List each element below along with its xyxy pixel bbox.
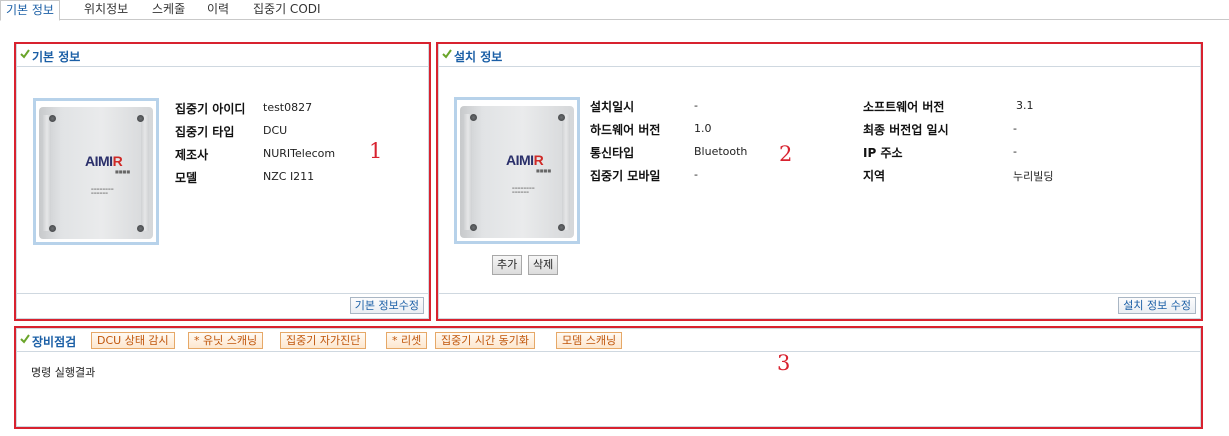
annotation-number-1: 1	[369, 139, 383, 163]
unit-scan-button[interactable]: * 유닛 스캐닝	[188, 332, 264, 349]
edit-basic-info-button[interactable]: 기본 정보수정	[349, 297, 424, 314]
time-sync-button[interactable]: 집중기 시간 동기화	[435, 332, 535, 349]
tab-schedule[interactable]: 스케줄	[147, 0, 190, 20]
field-value-model: NZC I211	[263, 170, 315, 183]
field-label-concentrator-mobile: 집중기 모바일	[590, 169, 661, 183]
basic-info-title: 기본 정보	[32, 50, 81, 64]
tab-bar: 기본 정보 위치정보 스케줄 이력 집중기 CODI	[0, 0, 1229, 21]
check-icon	[442, 49, 452, 59]
delete-image-button[interactable]: 삭제	[528, 255, 559, 275]
field-label-concentrator-id: 집중기 아이디	[175, 102, 246, 116]
field-value-concentrator-type: DCU	[263, 124, 288, 137]
field-value-manufacturer: NURITelecom	[263, 147, 336, 160]
field-value-install-date: -	[694, 99, 698, 112]
field-value-region: 누리빌딩	[1013, 170, 1054, 183]
install-info-panel: 설치 정보 AIMIR ■■■■ ▬▬▬▬▬▬▬▬ ▬▬▬▬▬▬ 추가 삭제 설치…	[438, 43, 1201, 319]
basic-info-panel: 기본 정보 AIMIR ■■■■ ▬▬▬▬▬▬▬▬ ▬▬▬▬▬▬ 집중기 아이디 …	[16, 43, 429, 319]
field-label-manufacturer: 제조사	[175, 148, 209, 162]
tab-history[interactable]: 이력	[202, 0, 234, 20]
field-value-concentrator-id: test0827	[263, 101, 313, 114]
install-info-header: 설치 정보	[439, 44, 1200, 67]
basic-info-footer: 기본 정보수정	[17, 293, 428, 318]
add-image-button[interactable]: 추가	[492, 255, 523, 275]
modem-scan-button[interactable]: 모뎀 스캐닝	[556, 332, 623, 349]
dcu-status-monitor-button[interactable]: DCU 상태 감시	[91, 332, 175, 349]
field-label-ip-address: IP 주소	[863, 146, 903, 160]
self-diagnosis-button[interactable]: 집중기 자가진단	[280, 332, 367, 349]
field-value-concentrator-mobile: -	[694, 168, 698, 181]
field-label-comm-type: 통신타입	[590, 146, 635, 160]
field-label-model: 모델	[175, 171, 198, 185]
tab-concentrator-codi[interactable]: 집중기 CODI	[248, 0, 326, 20]
field-value-comm-type: Bluetooth	[694, 145, 748, 158]
annotation-number-2: 2	[779, 142, 793, 166]
check-icon	[20, 334, 30, 344]
device-logo: AIMIR	[85, 153, 123, 169]
install-info-title: 설치 정보	[454, 50, 503, 64]
field-label-hardware-version: 하드웨어 버전	[590, 123, 661, 137]
inspection-header: 장비점검 DCU 상태 감시 * 유닛 스캐닝 집중기 자가진단 * 리셋 집중…	[17, 329, 1200, 352]
concentrator-image: AIMIR ■■■■ ▬▬▬▬▬▬▬▬ ▬▬▬▬▬▬	[33, 98, 159, 245]
device-logo: AIMIR	[506, 152, 544, 168]
field-value-hardware-version: 1.0	[694, 122, 712, 135]
inspection-title: 장비점검	[32, 335, 77, 349]
check-icon	[20, 49, 30, 59]
field-value-last-upgrade-date: -	[1013, 122, 1017, 135]
tab-location[interactable]: 위치정보	[79, 0, 133, 20]
annotation-number-3: 3	[777, 351, 791, 375]
edit-install-info-button[interactable]: 설치 정보 수정	[1118, 297, 1196, 314]
reset-button[interactable]: * 리셋	[386, 332, 428, 349]
field-value-ip-address: -	[1013, 145, 1017, 158]
install-info-footer: 설치 정보 수정	[439, 293, 1200, 318]
basic-info-header: 기본 정보	[17, 44, 428, 67]
command-result-label: 명령 실행결과	[31, 366, 96, 379]
concentrator-image: AIMIR ■■■■ ▬▬▬▬▬▬▬▬ ▬▬▬▬▬▬	[454, 97, 580, 244]
field-label-last-upgrade-date: 최종 버전업 일시	[863, 123, 949, 137]
tab-basic-info[interactable]: 기본 정보	[0, 0, 60, 21]
field-value-software-version: 3.1	[1016, 99, 1034, 112]
field-label-region: 지역	[863, 169, 886, 183]
field-label-software-version: 소프트웨어 버전	[863, 100, 945, 114]
field-label-install-date: 설치일시	[590, 100, 635, 114]
field-label-concentrator-type: 집중기 타입	[175, 125, 235, 139]
inspection-panel: 장비점검 DCU 상태 감시 * 유닛 스캐닝 집중기 자가진단 * 리셋 집중…	[16, 328, 1201, 427]
